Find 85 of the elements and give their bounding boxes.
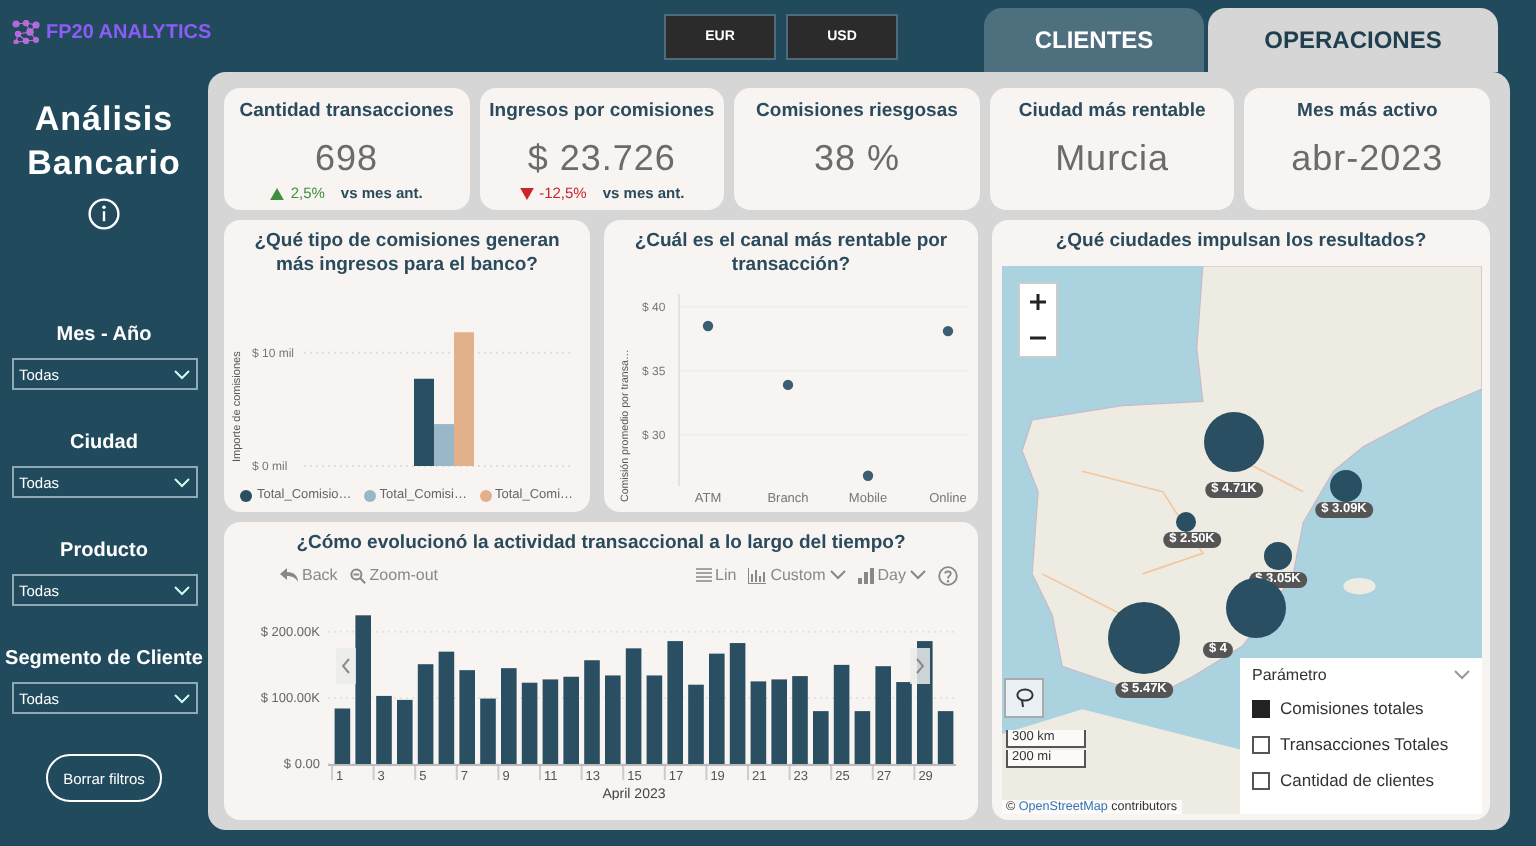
bar-chart-icon — [748, 567, 767, 583]
chart-bar — [792, 676, 808, 764]
chart-bar — [771, 679, 787, 764]
lasso-button[interactable] — [1004, 678, 1044, 718]
chart-bar — [334, 708, 351, 764]
data-point — [702, 320, 714, 332]
filter-label: Ciudad — [70, 430, 138, 458]
chart-title: ¿Cuál es el canal más rentable por transacción? — [632, 228, 950, 278]
chart-bar — [376, 695, 392, 764]
plus-icon — [1030, 294, 1046, 310]
chart-bar — [709, 653, 725, 764]
data-point — [942, 325, 954, 337]
lines-icon — [695, 568, 712, 582]
help-icon[interactable] — [938, 565, 958, 585]
info-icon[interactable] — [88, 198, 120, 230]
kpi-title: Ciudad más rentable — [1018, 100, 1206, 122]
chart-bar — [688, 684, 704, 764]
chart-bar — [501, 668, 517, 764]
chart-bar — [833, 664, 850, 764]
chart-bar — [605, 675, 621, 764]
lasso-icon — [1015, 688, 1033, 708]
brand-name: FP20 ANALYTICS — [46, 21, 212, 43]
legend-title: Parámetro — [1252, 666, 1327, 684]
network-logo-icon — [12, 20, 40, 44]
chevron-down-icon — [1454, 670, 1470, 680]
chart-bar — [729, 643, 746, 764]
legend-option[interactable]: Cantidad de clientes — [1252, 762, 1470, 798]
kpi-title: Mes más activo — [1297, 100, 1438, 122]
chart-bar — [750, 681, 767, 764]
checkbox[interactable] — [1252, 699, 1270, 717]
chevron-down-icon — [173, 585, 189, 595]
chevron-down-icon — [173, 693, 189, 703]
chart-bar — [521, 682, 538, 764]
bar-chart-icon — [857, 567, 874, 583]
dashboard-title: Análisis Bancario — [25, 98, 183, 186]
data-point — [782, 379, 794, 391]
chart-bar — [397, 699, 413, 764]
caret-icon — [829, 570, 846, 580]
chart-title: ¿Qué ciudades impulsan los resultados? — [1053, 228, 1429, 254]
caret-icon — [910, 570, 926, 580]
scroll-right-button[interactable] — [910, 648, 930, 684]
minus-icon — [1030, 336, 1046, 340]
chart-bar — [646, 675, 663, 764]
chart-bar — [584, 660, 600, 764]
back-arrow-icon — [280, 568, 298, 582]
chart-bar — [896, 682, 912, 764]
chart-bar — [480, 698, 496, 764]
chart-bar — [937, 711, 954, 764]
chart-bar — [459, 670, 475, 764]
chevron-down-icon — [173, 369, 189, 379]
checkbox[interactable] — [1252, 735, 1270, 753]
kpi-value: 38 % — [813, 138, 900, 180]
kpi-title: Comisiones riesgosas — [756, 100, 958, 122]
kpi-title: Ingresos por comisiones — [489, 100, 715, 122]
filter-label: Producto — [60, 538, 148, 566]
chart-bar — [875, 666, 891, 764]
kpi-value: 698 — [315, 138, 379, 180]
scroll-left-button[interactable] — [336, 648, 356, 684]
page-tab[interactable]: OPERACIONES — [1208, 8, 1498, 72]
chart-bar — [417, 664, 434, 764]
chart-bar — [667, 641, 683, 764]
chart-bar — [542, 679, 559, 764]
kpi-value: $ 23.726 — [527, 138, 676, 180]
filter-label: Mes - Año — [56, 322, 152, 350]
chart-bar — [563, 676, 579, 764]
chart-bar — [438, 651, 455, 764]
data-point — [862, 470, 874, 481]
chart-title: ¿Qué tipo de comisiones generan más ingresos para el banco? — [252, 228, 562, 278]
chart-bar — [854, 711, 871, 764]
chevron-left-icon — [342, 658, 350, 674]
chart-bar — [813, 711, 829, 764]
search-icon — [349, 567, 366, 583]
chart-title: ¿Cómo evolucionó la actividad transaccional a lo largo del tiempo? — [294, 530, 908, 556]
kpi-value: Murcia — [1055, 138, 1170, 180]
map-bubble — [1330, 470, 1362, 502]
chevron-right-icon — [916, 658, 924, 674]
checkbox[interactable] — [1252, 771, 1270, 789]
legend-option[interactable]: Comisiones totales — [1252, 690, 1470, 726]
chart-bar — [625, 648, 642, 764]
chevron-down-icon — [173, 477, 189, 487]
legend-option[interactable]: Transacciones Totales — [1252, 726, 1470, 762]
kpi-value: abr-2023 — [1291, 138, 1444, 180]
kpi-title: Cantidad transacciones — [239, 100, 454, 122]
filter-label: Segmento de Cliente — [5, 646, 203, 674]
page-tab[interactable]: CLIENTES — [984, 8, 1204, 72]
